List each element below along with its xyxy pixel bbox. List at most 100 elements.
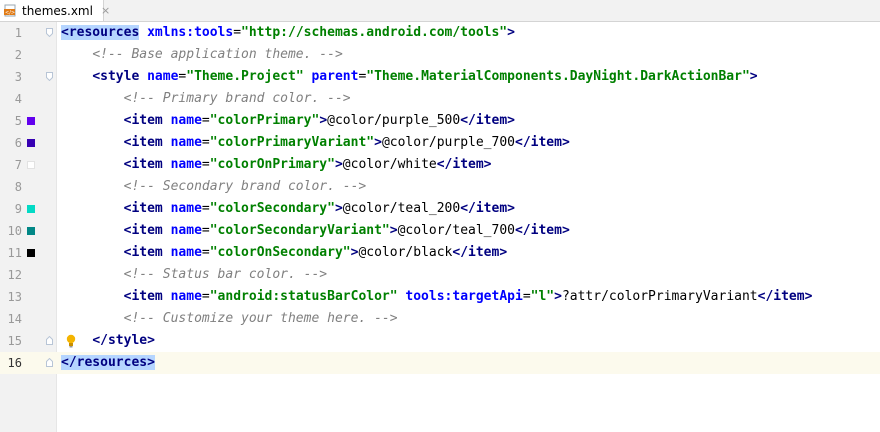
- code-token-tag: >: [334, 201, 343, 216]
- line-number: 14: [7, 312, 22, 326]
- line-number: 2: [14, 48, 22, 62]
- code-token-attr: xmlns:tools: [147, 25, 234, 40]
- fold-close-icon[interactable]: [46, 358, 53, 367]
- line-number: 10: [7, 224, 22, 238]
- code-token-plain: =: [201, 113, 210, 128]
- line-number: 12: [7, 268, 22, 282]
- code-token-plain: @color/purple_700: [381, 135, 515, 150]
- code-token-cmt: <!-- Primary brand color. -->: [123, 91, 351, 106]
- code-line[interactable]: 2 <!-- Base application theme. -->: [0, 44, 880, 66]
- line-number: 15: [7, 334, 22, 348]
- svg-text:</>: </>: [5, 10, 15, 16]
- code-token-val: "http://schemas.android.com/tools": [241, 25, 508, 40]
- close-icon[interactable]: ×: [101, 4, 110, 17]
- code-line[interactable]: 13 <item name="android:statusBarColor" t…: [0, 286, 880, 308]
- code-token-plain: =: [522, 289, 531, 304]
- code-token-plain: =: [233, 25, 242, 40]
- code-line[interactable]: 7 <item name="colorOnPrimary">@color/whi…: [0, 154, 880, 176]
- code-token-tag: <item: [123, 113, 171, 128]
- code-token-plain: =: [201, 135, 210, 150]
- code-line[interactable]: 11 <item name="colorOnSecondary">@color/…: [0, 242, 880, 264]
- tab-themes-xml[interactable]: </> themes.xml ×: [0, 0, 110, 21]
- fold-close-icon[interactable]: [46, 336, 53, 345]
- code-token-attr: name: [170, 201, 202, 216]
- code-token-tag: >: [334, 157, 343, 172]
- color-swatch-icon[interactable]: [27, 227, 35, 235]
- code-token-tag: </item>: [460, 113, 515, 128]
- code-token-val: "Theme.MaterialComponents.DayNight.DarkA…: [366, 69, 750, 84]
- code-line[interactable]: 16 </resources>: [0, 352, 880, 374]
- code-token-tag: </item>: [515, 135, 570, 150]
- code-line[interactable]: 10 <item name="colorSecondaryVariant">@c…: [0, 220, 880, 242]
- code-line[interactable]: 3 <style name="Theme.Project" parent="Th…: [0, 66, 880, 88]
- code-line[interactable]: 5 <item name="colorPrimary">@color/purpl…: [0, 110, 880, 132]
- code-token-val: "colorSecondary": [209, 201, 335, 216]
- code-token-attr: name: [170, 113, 202, 128]
- fold-open-icon[interactable]: [46, 72, 53, 81]
- code-line[interactable]: 15 </style>: [0, 330, 880, 352]
- code-line[interactable]: 12 <!-- Status bar color. -->: [0, 264, 880, 286]
- code-token-tag: >: [389, 223, 398, 238]
- code-token-attr: name: [170, 289, 202, 304]
- code-token-tag: </item>: [514, 223, 570, 238]
- code-line[interactable]: 8 <!-- Secondary brand color. -->: [0, 176, 880, 198]
- fold-open-icon[interactable]: [46, 28, 53, 37]
- code-line[interactable]: 1 <resources xmlns:tools="http://schemas.…: [0, 22, 880, 44]
- code-text: <!-- Secondary brand color. -->: [61, 176, 367, 198]
- code-token-attr: name: [170, 223, 202, 238]
- code-token-val: "colorOnPrimary": [209, 157, 335, 172]
- code-token-tag: >: [507, 25, 515, 40]
- code-token-val: "colorPrimaryVariant": [209, 135, 375, 150]
- code-token-cmt: <!-- Status bar color. -->: [123, 267, 328, 282]
- code-token-tag: </item>: [452, 245, 508, 260]
- tab-filename: themes.xml: [22, 3, 93, 18]
- code-token-tag: </item>: [757, 289, 813, 304]
- code-token-cmt: <!-- Base application theme. -->: [92, 47, 343, 62]
- code-token-tag: </item>: [436, 157, 492, 172]
- code-line[interactable]: 9 <item name="colorSecondary">@color/tea…: [0, 198, 880, 220]
- code-token-val: "android:statusBarColor": [209, 289, 398, 304]
- code-token-attr: name: [170, 245, 202, 260]
- code-token-plain: @color/teal_200: [342, 201, 461, 216]
- code-token-tag: >: [554, 289, 562, 304]
- line-number: 4: [14, 92, 22, 106]
- code-token-tag: >: [319, 113, 328, 128]
- code-token-tag: </item>: [460, 201, 515, 216]
- code-token-tag: <resources: [61, 25, 140, 40]
- code-token-tag: <item: [123, 157, 171, 172]
- code-token-cmt: <!-- Customize your theme here. -->: [123, 311, 398, 326]
- line-number: 13: [7, 290, 22, 304]
- code-token-plain: =: [201, 245, 210, 260]
- xml-file-icon: </>: [4, 4, 18, 17]
- code-token-tag: <item: [123, 135, 171, 150]
- color-swatch-icon[interactable]: [27, 161, 35, 169]
- code-text: <resources xmlns:tools="http://schemas.a…: [61, 22, 515, 44]
- code-token-plain: @color/black: [358, 245, 453, 260]
- color-swatch-icon[interactable]: [27, 205, 35, 213]
- color-swatch-icon[interactable]: [27, 249, 35, 257]
- code-token-tag: <item: [123, 223, 171, 238]
- code-token-val: "Theme.Project": [186, 69, 304, 84]
- code-line[interactable]: 14 <!-- Customize your theme here. -->: [0, 308, 880, 330]
- color-swatch-icon[interactable]: [27, 117, 35, 125]
- code-line[interactable]: 4 <!-- Primary brand color. -->: [0, 88, 880, 110]
- color-swatch-icon[interactable]: [27, 139, 35, 147]
- code-token-plain: =: [201, 201, 210, 216]
- code-token-val: "colorOnSecondary": [209, 245, 351, 260]
- line-number: 1: [14, 26, 22, 40]
- code-text: <item name="colorSecondaryVariant">@colo…: [61, 220, 570, 242]
- code-text: <item name="colorSecondary">@color/teal_…: [61, 198, 515, 220]
- code-line[interactable]: 6 <item name="colorPrimaryVariant">@colo…: [0, 132, 880, 154]
- code-token-tag: >: [749, 69, 758, 84]
